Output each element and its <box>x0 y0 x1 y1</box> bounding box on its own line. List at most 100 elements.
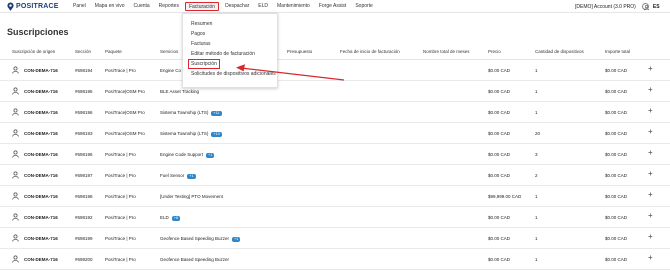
total-cell: $0.00 CAD <box>605 89 628 94</box>
plus-icon[interactable]: + <box>648 170 653 178</box>
price-cell: $0.00 CAD <box>488 68 511 73</box>
origin-cell[interactable]: CON-DEMA-716 <box>24 131 58 136</box>
table-row[interactable]: CON-DEMA-716 #698196 PosiTrace | Pro Engine… <box>0 144 670 165</box>
column-header[interactable]: Cantidad de dispositivos <box>535 49 584 54</box>
more-services-badge[interactable]: +10 <box>211 131 222 137</box>
quantity-cell: 1 <box>535 215 538 220</box>
total-cell: $0.00 CAD <box>605 152 628 157</box>
nav-item-eld[interactable]: ELD <box>255 2 271 11</box>
nav-item-dispatch[interactable]: Despachar <box>222 2 252 11</box>
table-row[interactable]: CON-DEMA-716 #698194 PosiTrace | Pro Engine… <box>0 60 670 81</box>
menu-item-edit-billing-method[interactable]: Editar método de facturación <box>183 49 277 59</box>
table-header: Suscripción de origen Sección Paquete Se… <box>0 44 670 60</box>
origin-cell[interactable]: CON-DEMA-716 <box>24 89 58 94</box>
table-body: CON-DEMA-716 #698194 PosiTrace | Pro Engine… <box>0 60 670 270</box>
service-name: [Under Testing] PTO Movement <box>160 194 223 199</box>
table-row[interactable]: CON-DEMA-716 #698193 PosiTrace|OSM Pro Sist… <box>0 123 670 144</box>
total-cell: $0.00 CAD <box>605 68 628 73</box>
nav-item-live-map[interactable]: Mapa en vivo <box>92 2 128 11</box>
package-cell: PosiTrace|OSM Pro <box>105 110 145 115</box>
price-cell: $99,999.00 CAD <box>488 194 522 199</box>
column-header[interactable]: Servicios <box>160 49 178 54</box>
user-icon[interactable] <box>641 3 649 11</box>
total-cell: $0.00 CAD <box>605 173 628 178</box>
more-services-badge[interactable]: +6 <box>171 215 181 221</box>
user-icon <box>12 129 19 137</box>
column-header[interactable]: Precio <box>488 49 501 54</box>
table-row[interactable]: CON-DEMA-716 #698196 PosiTrace|OSM Pro Sist… <box>0 102 670 123</box>
price-cell: $0.00 CAD <box>488 215 511 220</box>
user-icon <box>12 255 19 263</box>
menu-item-payments[interactable]: Pagos <box>183 29 277 39</box>
pin-logo-icon <box>6 2 15 11</box>
table-row[interactable]: CON-DEMA-716 #698199 PosiTrace | Pro Geofen… <box>0 228 670 249</box>
quantity-cell: 1 <box>535 194 538 199</box>
brand-logo[interactable]: POSITRACE <box>6 2 59 11</box>
plus-icon[interactable]: + <box>648 233 653 241</box>
column-header[interactable]: Nombre total de meses <box>423 49 470 54</box>
column-header[interactable]: Paquete <box>105 49 122 54</box>
nav-item-support[interactable]: Soporte <box>352 2 376 11</box>
plus-icon[interactable]: + <box>648 191 653 199</box>
column-header[interactable]: Presupuesto <box>287 49 312 54</box>
menu-item-subscription[interactable]: Suscripción <box>183 59 277 69</box>
nav-item-account[interactable]: Cuenta <box>131 2 153 11</box>
language-selector[interactable]: ES <box>653 4 660 10</box>
more-services-badge[interactable]: +1 <box>206 152 215 158</box>
more-services-badge[interactable]: +1 <box>187 173 196 179</box>
user-icon <box>12 213 19 221</box>
nav-item-billing[interactable]: Facturación <box>184 2 220 11</box>
table-row[interactable]: CON-DEMA-716 #698195 PosiTrace|OSM Pro BLE … <box>0 81 670 102</box>
plus-icon[interactable]: + <box>648 128 653 136</box>
user-icon <box>12 171 19 179</box>
origin-cell[interactable]: CON-DEMA-716 <box>24 257 58 262</box>
origin-cell[interactable]: CON-DEMA-716 <box>24 215 58 220</box>
nav-item-reports[interactable]: Reportes <box>156 2 182 11</box>
section-cell: #698193 <box>75 131 93 136</box>
table-row[interactable]: CON-DEMA-716 #698200 PosiTrace | Pro Geofen… <box>0 249 670 270</box>
column-header[interactable]: Fecha de inicio de facturación <box>340 49 400 54</box>
plus-icon[interactable]: + <box>648 65 653 73</box>
menu-item-additional-device-requests[interactable]: Solicitudes de dispositivos adicionales <box>183 69 277 79</box>
quantity-cell: 1 <box>535 110 538 115</box>
service-name: Engine Co <box>160 68 182 73</box>
nav-item-panel[interactable]: Panel <box>70 2 89 11</box>
plus-icon[interactable]: + <box>648 107 653 115</box>
origin-cell[interactable]: CON-DEMA-716 <box>24 110 58 115</box>
package-cell: PosiTrace | Pro <box>105 215 136 220</box>
plus-icon[interactable]: + <box>648 254 653 262</box>
service-cell: Engine Co <box>160 68 181 73</box>
plus-icon[interactable]: + <box>648 212 653 220</box>
origin-cell[interactable]: CON-DEMA-716 <box>24 236 58 241</box>
package-cell: PosiTrace | Pro <box>105 194 136 199</box>
more-services-badge[interactable]: +1 <box>232 236 241 242</box>
section-cell: #698194 <box>75 68 93 73</box>
total-cell: $0.00 CAD <box>605 215 628 220</box>
total-cell: $0.00 CAD <box>605 110 628 115</box>
nav-item-forge-assist[interactable]: Forge Assist <box>316 2 350 11</box>
more-services-badge[interactable]: +11 <box>211 110 222 116</box>
table-row[interactable]: CON-DEMA-716 #698192 PosiTrace | Pro ELD +6 $… <box>0 207 670 228</box>
origin-cell[interactable]: CON-DEMA-716 <box>24 173 58 178</box>
origin-cell[interactable]: CON-DEMA-716 <box>24 68 58 73</box>
user-icon <box>12 192 19 200</box>
service-name: ELD <box>160 215 169 220</box>
menu-item-summary[interactable]: Resumen <box>183 19 277 29</box>
service-cell: [Under Testing] PTO Movement <box>160 194 223 199</box>
price-cell: $0.00 CAD <box>488 173 511 178</box>
menu-item-invoices[interactable]: Facturas <box>183 39 277 49</box>
table-row[interactable]: CON-DEMA-716 #698198 PosiTrace | Pro [Under… <box>0 186 670 207</box>
origin-cell[interactable]: CON-DEMA-716 <box>24 152 58 157</box>
account-name[interactable]: [DEMO] Account (3.0 PRO) <box>575 4 636 10</box>
quantity-cell: 1 <box>535 89 538 94</box>
plus-icon[interactable]: + <box>648 149 653 157</box>
plus-icon[interactable]: + <box>648 86 653 94</box>
table-row[interactable]: CON-DEMA-716 #698197 PosiTrace | Pro Fuel S… <box>0 165 670 186</box>
column-header[interactable]: Suscripción de origen <box>12 49 55 54</box>
top-bar: POSITRACE Panel Mapa en vivo Cuenta Repo… <box>0 0 670 13</box>
total-cell: $0.00 CAD <box>605 236 628 241</box>
nav-item-maintenance[interactable]: Mantenimiento <box>274 2 313 11</box>
origin-cell[interactable]: CON-DEMA-716 <box>24 194 58 199</box>
column-header[interactable]: Importe total <box>605 49 630 54</box>
column-header[interactable]: Sección <box>75 49 91 54</box>
